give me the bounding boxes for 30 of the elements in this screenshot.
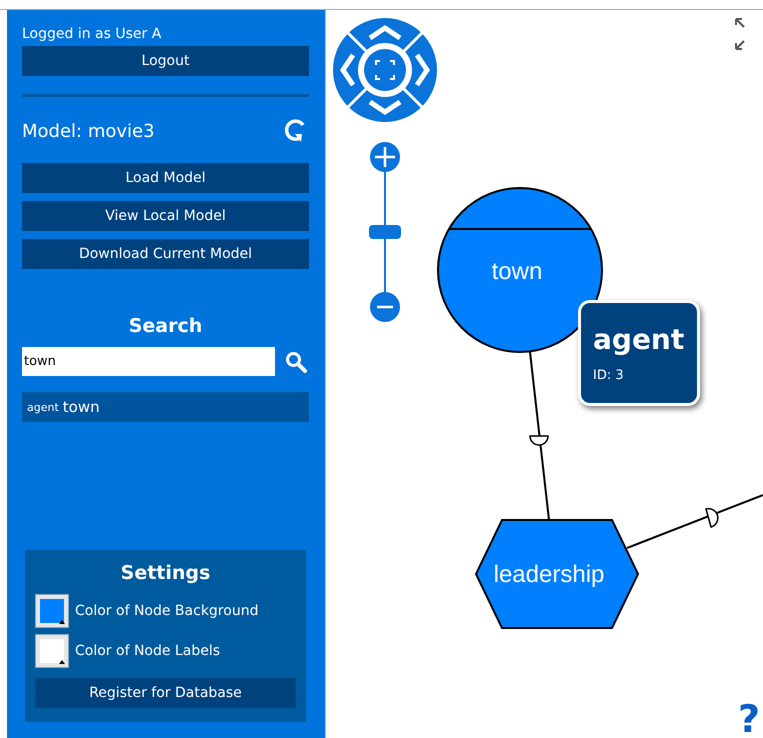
node-label: town [492, 258, 542, 285]
model-button[interactable]: Load Model [22, 163, 309, 193]
model-name: Model: movie3 [22, 120, 155, 142]
tooltip-id: ID: 3 [593, 368, 624, 383]
hexagon-node[interactable] [474, 519, 640, 629]
register-button[interactable]: Register for Database [35, 678, 296, 708]
settings-heading: Settings [120, 562, 212, 584]
caret-icon [59, 620, 65, 624]
zoom-slider-thumb[interactable] [369, 225, 401, 239]
color-picker[interactable] [35, 634, 69, 668]
tooltip-title: agent [593, 325, 684, 356]
model-button[interactable]: Download Current Model [22, 239, 309, 269]
search-icon[interactable] [285, 350, 307, 372]
expand-icon[interactable] [735, 40, 745, 50]
node-label: leadership [494, 561, 604, 588]
search-field[interactable]: town [22, 347, 275, 376]
login-status: Logged in as User A [22, 26, 162, 42]
color-picker[interactable] [35, 594, 69, 628]
logout-button[interactable]: Logout [22, 46, 309, 76]
zoom-out-icon[interactable] [370, 292, 400, 322]
search-heading: Search [128, 315, 204, 337]
zoom-in-icon[interactable] [370, 142, 400, 172]
color-label: Color of Node Background [75, 603, 258, 619]
collapse-icon[interactable] [735, 18, 745, 28]
model-button[interactable]: View Local Model [22, 201, 309, 231]
search-result[interactable]: agent town [22, 392, 309, 422]
caret-icon [59, 660, 65, 664]
color-label: Color of Node Labels [75, 643, 220, 659]
help-button[interactable]: ? [738, 700, 760, 738]
navigation-pad-icon[interactable] [333, 18, 437, 122]
